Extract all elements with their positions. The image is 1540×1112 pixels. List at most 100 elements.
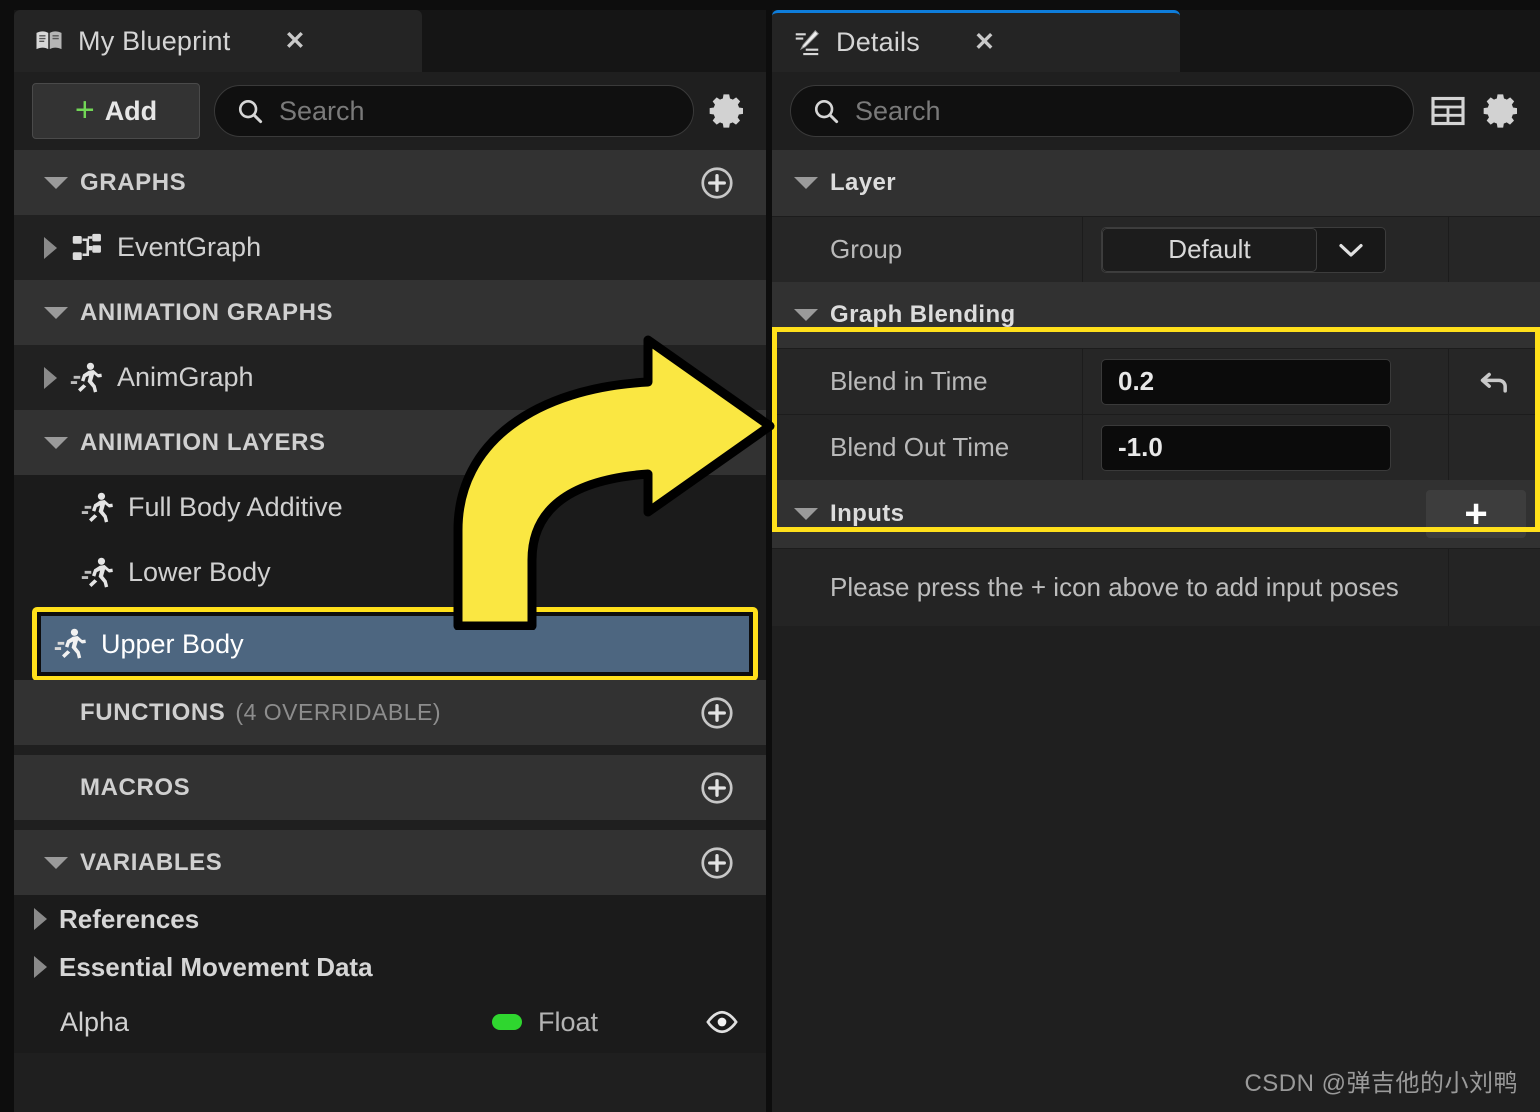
close-icon[interactable]: ✕ [974, 30, 995, 55]
details-pencil-icon [792, 28, 822, 58]
tree-item-upper-body[interactable]: Upper Body [41, 616, 749, 672]
search-icon [814, 99, 839, 124]
tree-item-upper-body-wrapper: Upper Body [14, 605, 766, 681]
app-root: My Blueprint ✕ + Add Search GRAPHS Event… [0, 0, 1540, 1112]
details-search-input[interactable]: Search [790, 85, 1414, 137]
inputs-empty-hint: Please press the + icon above to add inp… [830, 572, 1399, 602]
section-header-layer[interactable]: Layer [772, 150, 1540, 216]
group-dropdown[interactable]: Default [1101, 226, 1386, 273]
chevron-down-icon[interactable] [44, 856, 68, 869]
tab-details[interactable]: Details ✕ [772, 10, 1180, 72]
add-variable-button[interactable] [698, 844, 736, 882]
variable-category-essential-movement-data[interactable]: Essential Movement Data [14, 943, 766, 991]
property-label: Group [830, 234, 903, 264]
section-title: Graph Blending [830, 301, 1016, 328]
tab-my-blueprint[interactable]: My Blueprint ✕ [14, 10, 422, 72]
anim-run-icon [70, 362, 102, 393]
tree-label: GRAPHS [80, 168, 187, 196]
my-blueprint-panel: My Blueprint ✕ + Add Search GRAPHS Event… [14, 10, 766, 1112]
tree-label: EventGraph [117, 232, 262, 262]
search-input[interactable]: Search [214, 85, 694, 137]
event-graph-icon [72, 233, 101, 260]
anim-run-icon [81, 492, 113, 523]
anim-run-icon [81, 557, 113, 588]
variable-type: Float [491, 1006, 598, 1038]
close-icon[interactable]: ✕ [284, 28, 305, 54]
hint-extra-cell [1448, 549, 1540, 626]
chevron-down-icon[interactable] [794, 177, 818, 189]
reset-arrow-icon[interactable] [1475, 362, 1515, 402]
variable-row-alpha[interactable]: Alpha Float [14, 991, 766, 1053]
property-label: Blend Out Time [830, 432, 1010, 462]
search-placeholder: Search [279, 95, 365, 126]
tab-label: Details [836, 27, 920, 57]
add-animation-layer-button[interactable] [698, 424, 736, 462]
chevron-right-icon[interactable] [34, 956, 47, 978]
chevron-down-icon[interactable] [794, 508, 818, 520]
details-tabbar: Details ✕ [772, 10, 1540, 72]
chevron-right-icon[interactable] [44, 236, 57, 259]
tree-header-graphs[interactable]: GRAPHS [14, 150, 766, 215]
add-function-button[interactable] [698, 694, 736, 732]
add-input-pose-button[interactable]: + [1426, 490, 1526, 538]
tree-header-variables[interactable]: VARIABLES [14, 830, 766, 895]
tree-label: FUNCTIONS [80, 698, 226, 726]
tree-header-functions[interactable]: FUNCTIONS (4 OVERRIDABLE) [14, 680, 766, 745]
chevron-down-icon[interactable] [794, 309, 818, 321]
property-extra-cell [1448, 217, 1540, 282]
search-placeholder: Search [855, 95, 941, 126]
eye-icon[interactable] [704, 1004, 740, 1040]
anim-run-icon [54, 628, 86, 659]
my-blueprint-toolbar: + Add Search [14, 72, 766, 150]
group-dropdown-value: Default [1102, 227, 1317, 272]
tree-label: ANIMATION LAYERS [80, 428, 326, 456]
tree-header-animation-graphs[interactable]: ANIMATION GRAPHS [14, 280, 766, 345]
variable-category-references[interactable]: References [14, 895, 766, 943]
add-button-label: Add [104, 95, 158, 126]
tree-header-macros[interactable]: MACROS [14, 755, 766, 820]
gear-icon[interactable] [1482, 91, 1522, 131]
details-panel: Details ✕ Search Layer Group Default Gra… [772, 10, 1540, 1112]
watermark: CSDN @弹吉他的小刘鸭 [1244, 1070, 1518, 1097]
blend-out-time-input[interactable]: -1.0 [1101, 424, 1391, 471]
add-macro-button[interactable] [698, 769, 736, 807]
chevron-right-icon[interactable] [44, 366, 57, 389]
property-value-cell: 0.2 [1082, 349, 1448, 414]
property-row-blend-out-time: Blend Out Time -1.0 [772, 414, 1540, 480]
chevron-down-icon[interactable] [44, 436, 68, 449]
add-button[interactable]: + Add [32, 83, 200, 139]
tree-item-eventgraph[interactable]: EventGraph [14, 215, 766, 280]
gear-icon[interactable] [708, 91, 748, 131]
tree-header-animation-layers[interactable]: ANIMATION LAYERS [14, 410, 766, 475]
blend-in-time-input[interactable]: 0.2 [1101, 358, 1391, 405]
tree-label: MACROS [80, 773, 191, 801]
variable-type-label: Float [537, 1006, 598, 1037]
property-extra-cell [1448, 415, 1540, 480]
details-toolbar: Search [772, 72, 1540, 150]
table-view-icon[interactable] [1428, 91, 1468, 131]
tree-label: Upper Body [101, 628, 244, 659]
add-graph-button[interactable] [698, 164, 736, 202]
inputs-empty-hint-row: Please press the + icon above to add inp… [772, 548, 1540, 626]
my-blueprint-tabbar: My Blueprint ✕ [14, 10, 766, 72]
tree-item-full-body-additive[interactable]: Full Body Additive [14, 475, 766, 540]
section-header-graph-blending[interactable]: Graph Blending [772, 282, 1540, 348]
tree-label: VARIABLES [80, 848, 223, 876]
variable-name: Alpha [60, 1006, 130, 1037]
property-value-cell: -1.0 [1082, 415, 1448, 480]
tree-item-lower-body[interactable]: Lower Body [14, 540, 766, 605]
chevron-down-icon[interactable] [44, 306, 68, 319]
section-header-inputs[interactable]: Inputs + [772, 480, 1540, 548]
section-title: Layer [830, 169, 897, 196]
chevron-down-icon[interactable] [44, 176, 68, 189]
blueprint-tree: GRAPHS EventGraph ANIMATION GRAPHS AnimG… [14, 150, 766, 1053]
chevron-right-icon[interactable] [34, 908, 47, 930]
variable-category-label: References [59, 903, 200, 934]
tree-label: Full Body Additive [128, 492, 343, 522]
tree-label: Lower Body [128, 557, 271, 587]
property-value-cell: Default [1082, 217, 1448, 282]
tree-label: ANIMATION GRAPHS [80, 298, 334, 326]
search-icon [238, 99, 263, 124]
property-row-blend-in-time: Blend in Time 0.2 [772, 348, 1540, 414]
tree-item-animgraph[interactable]: AnimGraph [14, 345, 766, 410]
